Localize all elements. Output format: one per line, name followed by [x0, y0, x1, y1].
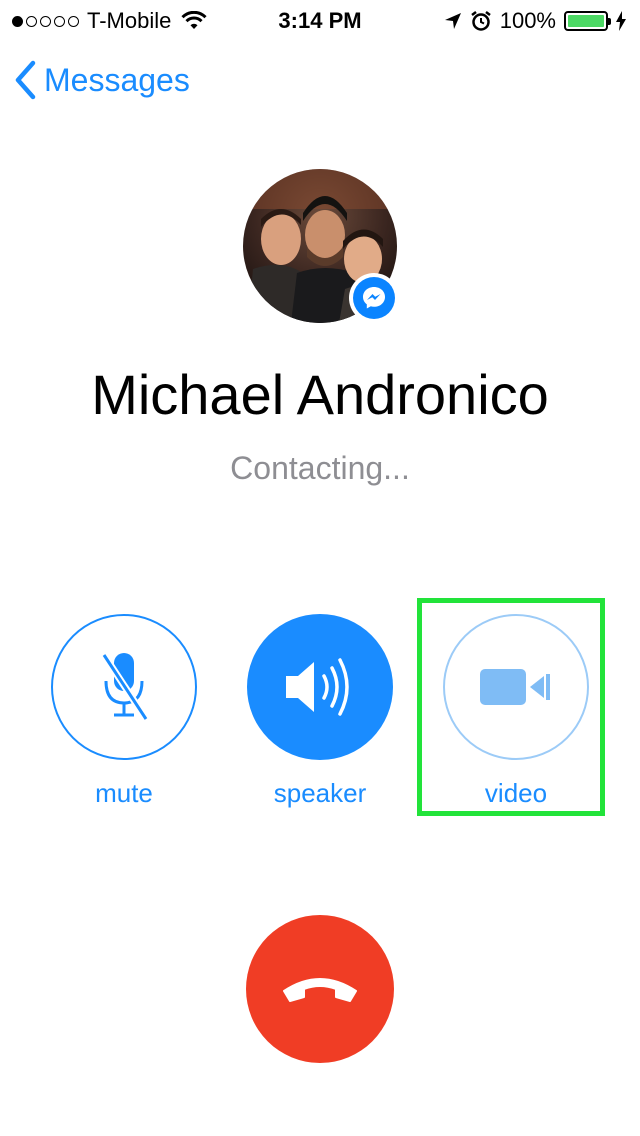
muted-microphone-icon — [101, 653, 149, 721]
mute-label: mute — [95, 778, 153, 808]
video-highlight-box — [417, 598, 605, 816]
caller-avatar — [243, 169, 399, 323]
charging-bolt-icon — [616, 11, 626, 31]
alarm-icon — [470, 11, 491, 31]
speaker-icon — [286, 658, 349, 716]
status-bar: T-Mobile 3:14 PM 100% — [0, 0, 640, 40]
mute-button[interactable] — [51, 614, 197, 760]
caller-name: Michael Andronico — [91, 363, 549, 426]
back-to-messages-button[interactable]: Messages — [14, 60, 190, 100]
battery-percent: 100% — [499, 8, 556, 33]
speaker-control: speaker — [245, 614, 395, 809]
status-right: 100% — [444, 8, 626, 34]
back-label: Messages — [44, 61, 190, 98]
hang-up-phone-icon — [283, 978, 357, 1002]
chevron-left-icon — [15, 60, 36, 100]
end-call-button[interactable] — [246, 915, 394, 1063]
speaker-button[interactable] — [247, 614, 393, 760]
location-arrow-icon — [444, 13, 461, 29]
call-status: Contacting... — [230, 450, 410, 486]
mute-control: mute — [49, 614, 199, 809]
messenger-badge-icon — [349, 273, 399, 323]
battery-icon — [564, 11, 611, 31]
speaker-label: speaker — [273, 778, 367, 808]
